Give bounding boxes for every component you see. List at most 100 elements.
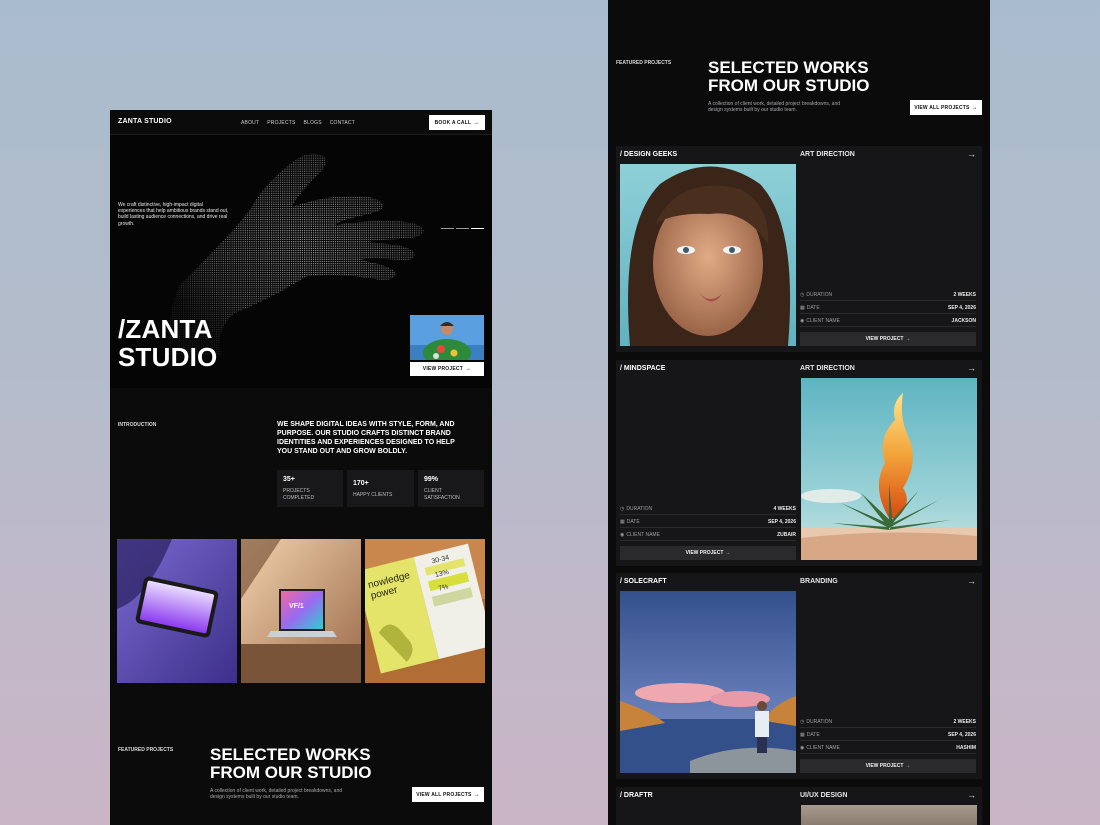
featured-description-line2: design systems built by our studio team. [210, 794, 299, 801]
view-project-button[interactable]: VIEW PROJECT → [620, 546, 796, 560]
project-name: / SOLECRAFT [620, 578, 667, 585]
meta-key-label: DURATION [626, 506, 653, 512]
project-card-solecraft[interactable]: / SOLECRAFT BRANDING → ◷ DURATION 2 WEEK… [616, 573, 982, 779]
meta-row-date: ▦ DATE SEP 4, 2026 [620, 516, 796, 528]
user-icon: ◉ [620, 532, 625, 538]
arrow-right-icon[interactable]: → [967, 149, 976, 159]
project-card-mindspace[interactable]: / MINDSPACE ART DIRECTION → ◷ DURATION 4 … [616, 360, 982, 566]
hero-project-thumbnail[interactable] [410, 315, 484, 360]
book-call-button[interactable]: BOOK A CALL → [429, 115, 485, 130]
meta-row-client: ◉ CLIENT NAME HASHIM [800, 742, 976, 754]
meta-key: ◷ DURATION [800, 292, 832, 298]
nav-link-contact[interactable]: CONTACT [330, 120, 355, 126]
arrow-right-icon: → [905, 336, 911, 342]
intro-text: WE SHAPE DIGITAL IDEAS WITH STYLE, FORM,… [277, 421, 455, 455]
featured-title-line2: FROM OUR STUDIO [708, 76, 870, 95]
project-image [620, 164, 796, 346]
view-all-projects-label: VIEW ALL PROJECTS [416, 791, 472, 798]
stat-label: PROJECTS [283, 488, 310, 494]
slide-indicator-2[interactable] [456, 228, 469, 230]
stat-label: HAPPY CLIENTS [353, 492, 393, 498]
meta-key-label: DURATION [806, 719, 833, 725]
brochure-mockup-image [365, 539, 485, 683]
slide-indicator-1[interactable] [441, 228, 454, 230]
featured-title-line1: SELECTED WORKS [210, 745, 371, 764]
meta-row-date: ▦ DATE SEP 4, 2026 [800, 729, 976, 741]
hero-view-project-button[interactable]: VIEW PROJECT → [410, 362, 484, 376]
view-project-label: VIEW PROJECT [865, 763, 904, 769]
nav-link-projects[interactable]: PROJECTS [267, 120, 295, 126]
nav-link-blogs[interactable]: BLOGS [304, 120, 322, 126]
gallery-item-brochure[interactable]: nowledge power 30-34 13% 7% [365, 539, 485, 683]
featured-title-line2: FROM OUR STUDIO [210, 763, 372, 782]
view-all-projects-button[interactable]: VIEW ALL PROJECTS → [910, 100, 982, 115]
arrow-right-icon[interactable]: → [967, 576, 976, 586]
meta-key-label: CLIENT NAME [626, 532, 660, 538]
tablet-mockup-image [117, 539, 237, 683]
meta-key: ◷ DURATION [800, 719, 832, 725]
arrow-right-icon[interactable]: → [967, 790, 976, 800]
nav-link-about[interactable]: ABOUT [241, 120, 259, 126]
meta-value: HASHIM [956, 745, 976, 751]
project-category: BRANDING [800, 578, 838, 585]
project-card-design-geeks[interactable]: / DESIGN GEEKS ART DIRECTION → ◷ DURATIO… [616, 146, 982, 352]
meta-row-client: ◉ CLIENT NAME ZUBAIR [620, 529, 796, 541]
hero-title: /ZANTA STUDIO [118, 315, 217, 371]
book-call-label: BOOK A CALL [434, 119, 472, 126]
meta-value: ZUBAIR [777, 532, 796, 538]
meta-value: 4 WEEKS [773, 506, 796, 512]
meta-value: JACKSON [951, 318, 976, 324]
calendar-icon: ▦ [800, 305, 805, 311]
meta-value: SEP 4, 2026 [948, 305, 976, 311]
meta-key-label: DATE [626, 519, 640, 525]
meta-key-label: DATE [806, 732, 820, 738]
meta-key: ▦ DATE [800, 305, 820, 311]
logo[interactable]: ZANTA STUDIO [118, 118, 172, 125]
project-category: ART DIRECTION [800, 151, 855, 158]
clock-icon: ◷ [800, 719, 805, 725]
thumbnail-image [410, 315, 484, 360]
arrow-right-icon: → [473, 791, 480, 798]
arrow-right-icon[interactable]: → [967, 363, 976, 373]
meta-key: ◉ CLIENT NAME [620, 532, 660, 538]
gallery-item-tablet[interactable] [117, 539, 237, 683]
clock-icon: ◷ [620, 506, 625, 512]
hero-view-project-label: VIEW PROJECT [422, 366, 463, 372]
featured-description-line2: design systems built by our studio team. [708, 107, 797, 114]
meta-key: ▦ DATE [800, 732, 820, 738]
arrow-right-icon: → [905, 763, 911, 769]
view-all-projects-label: VIEW ALL PROJECTS [914, 104, 970, 111]
view-all-projects-button[interactable]: VIEW ALL PROJECTS → [412, 787, 484, 802]
meta-key: ◉ CLIENT NAME [800, 745, 840, 751]
featured-title: SELECTED WORKS FROM OUR STUDIO [210, 746, 372, 782]
laptop-mockup-image [241, 539, 361, 683]
meta-row-date: ▦ DATE SEP 4, 2026 [800, 302, 976, 314]
featured-title: SELECTED WORKS FROM OUR STUDIO [708, 59, 870, 95]
meta-key-label: DATE [806, 305, 820, 311]
hero-section: We craft distinctive, high-impact digita… [110, 135, 492, 388]
meta-value: SEP 4, 2026 [948, 732, 976, 738]
stat-value: 99% [424, 476, 439, 483]
project-category: UI/UX DESIGN [800, 792, 848, 799]
meta-row-duration: ◷ DURATION 2 WEEKS [800, 716, 976, 728]
project-name: / DRAFTR [620, 792, 653, 799]
project-image [801, 805, 977, 825]
view-project-button[interactable]: VIEW PROJECT → [800, 759, 976, 773]
view-project-button[interactable]: VIEW PROJECT → [800, 332, 976, 346]
portrait-image [620, 164, 796, 346]
nav-links: ABOUT PROJECTS BLOGS CONTACT [241, 120, 355, 126]
meta-key: ◷ DURATION [620, 506, 652, 512]
meta-value: SEP 4, 2026 [768, 519, 796, 525]
arrow-right-icon: → [473, 119, 480, 126]
slide-indicator-3[interactable] [471, 228, 484, 230]
project-category: ART DIRECTION [800, 365, 855, 372]
project-image [801, 378, 977, 560]
meta-row-duration: ◷ DURATION 4 WEEKS [620, 503, 796, 515]
view-project-label: VIEW PROJECT [865, 336, 904, 342]
top-nav: ZANTA STUDIO ABOUT PROJECTS BLOGS CONTAC… [110, 110, 492, 135]
stat-projects: 35+ PROJECTS COMPLETED [277, 470, 343, 507]
hero-tagline: We craft distinctive, high-impact digita… [118, 202, 229, 227]
gallery-item-laptop[interactable]: VF/1 [241, 539, 361, 683]
project-card-draftr[interactable]: / DRAFTR UI/UX DESIGN → [616, 787, 982, 825]
project-name: / MINDSPACE [620, 365, 666, 372]
